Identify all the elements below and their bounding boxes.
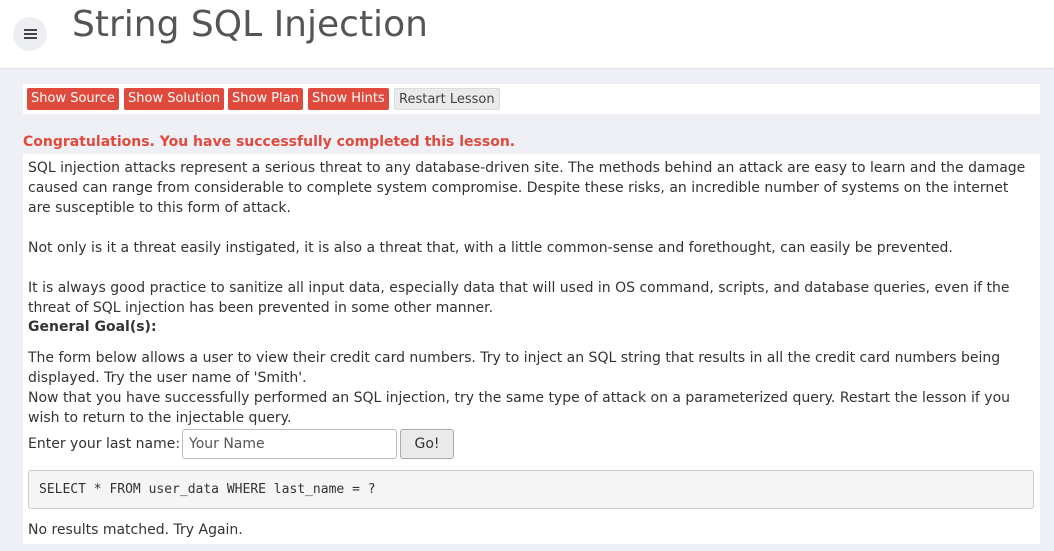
show-plan-button[interactable]: Show Plan	[228, 88, 303, 110]
sql-query-display: SELECT * FROM user_data WHERE last_name …	[28, 470, 1034, 509]
lesson-toolbar: Show Source Show Solution Show Plan Show…	[23, 84, 1040, 114]
intro-paragraph-3: It is always good practice to sanitize a…	[28, 280, 1010, 316]
page-header: String SQL Injection	[0, 0, 1054, 69]
lesson-content: SQL injection attacks represent a seriou…	[23, 154, 1040, 544]
general-goals-heading: General Goal(s):	[28, 319, 157, 335]
result-message: No results matched. Try Again.	[28, 522, 243, 538]
last-name-input[interactable]	[182, 429, 397, 459]
goal-paragraph-1: The form below allows a user to view the…	[28, 350, 1001, 386]
restart-lesson-button[interactable]: Restart Lesson	[394, 88, 500, 110]
hamburger-menu-icon[interactable]	[13, 17, 47, 51]
intro-paragraph-2: Not only is it a threat easily instigate…	[28, 240, 953, 256]
goal-paragraph-2: Now that you have successfully performed…	[28, 390, 1011, 426]
intro-paragraph-1: SQL injection attacks represent a seriou…	[28, 160, 1026, 216]
go-button[interactable]: Go!	[400, 429, 454, 459]
success-message: Congratulations. You have successfully c…	[23, 134, 516, 150]
show-hints-button[interactable]: Show Hints	[308, 88, 389, 110]
show-source-button[interactable]: Show Source	[27, 88, 119, 110]
last-name-label: Enter your last name:	[28, 436, 181, 452]
show-solution-button[interactable]: Show Solution	[124, 88, 225, 110]
page-title: String SQL Injection	[72, 4, 428, 45]
